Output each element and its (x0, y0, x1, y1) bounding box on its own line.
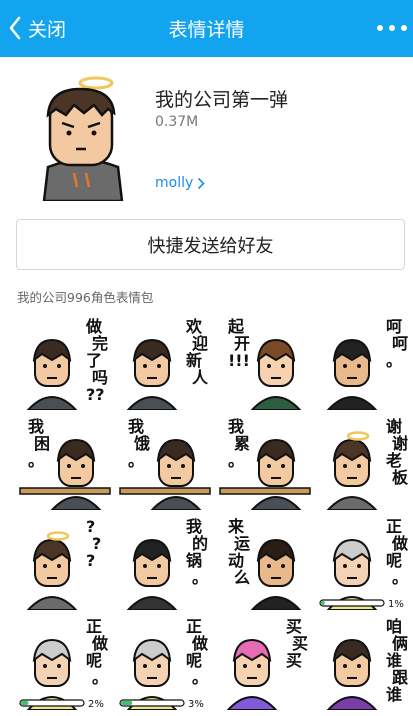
sticker-caption: 买买买 (286, 617, 308, 670)
sticker-image: 我困。 (19, 417, 111, 510)
sticker-item[interactable]: ??? (14, 510, 114, 610)
sticker-caption-char: 。 (192, 668, 208, 687)
sticker-caption-char: 。 (386, 351, 402, 370)
sticker-caption: ??? (86, 517, 101, 570)
sticker-caption: 来运动么 (227, 517, 250, 587)
pack-cover-image (42, 76, 124, 201)
sticker-caption-char: ?? (86, 385, 105, 404)
sticker-item[interactable]: 正做呢。 1% (314, 510, 413, 610)
sticker-image: 谢谢老板 (326, 417, 409, 510)
sticker-caption: 我饿。 (128, 417, 150, 470)
sticker-caption: 我困。 (28, 417, 50, 470)
sticker-caption-char: 么 (234, 568, 250, 587)
sticker-image: 我累。 (219, 417, 311, 510)
dot-icon (389, 25, 395, 31)
progress-label: 2% (88, 699, 104, 710)
dot-icon (401, 25, 407, 31)
sticker-image: 呵呵。 (326, 317, 408, 410)
progress-label: 1% (388, 599, 404, 610)
sticker-caption: 正做呢。 (386, 517, 409, 587)
sticker-image: 买买买 (226, 617, 308, 710)
author-link[interactable]: molly (155, 175, 205, 191)
sticker-caption-char: 。 (392, 568, 408, 587)
sticker-caption: 正做呢。 (86, 617, 109, 687)
sticker-image: 来运动么 (227, 517, 302, 610)
sticker-item[interactable]: 起开!!! (214, 310, 314, 410)
top-bar: 关闭 表情详情 (0, 0, 413, 57)
quick-send-button[interactable]: 快捷发送给好友 (16, 219, 405, 270)
author-name: molly (155, 175, 194, 191)
page-title: 表情详情 (168, 19, 245, 41)
sticker-caption: 谢谢老板 (385, 417, 409, 487)
sticker-image: 正做呢。 2% (19, 617, 109, 710)
sticker-item[interactable]: 呵呵。 (314, 310, 413, 410)
sticker-caption-char: !!! (228, 351, 250, 370)
sticker-item[interactable]: 谢谢老板 (314, 410, 413, 510)
sticker-caption-char: 买 (286, 651, 302, 670)
sticker-item[interactable]: 欢迎新人 (114, 310, 214, 410)
sticker-caption-char: ? (86, 551, 95, 570)
sticker-image: 正做呢。 3% (119, 617, 209, 710)
sticker-item[interactable]: 我饿。 (114, 410, 214, 510)
pack-name: 我的公司第一弹 (155, 89, 289, 111)
chevron-right-icon (198, 177, 205, 189)
sticker-caption-char: 人 (192, 368, 209, 387)
sticker-item[interactable]: 正做呢。 3% (114, 610, 214, 710)
sticker-image: 咱俩谁跟谁 (326, 617, 409, 710)
sticker-caption: 起开!!! (227, 317, 250, 370)
sticker-caption-char: 。 (228, 451, 244, 470)
sticker-image: ??? (26, 517, 101, 610)
sticker-image: 欢迎新人 (126, 317, 209, 410)
sticker-item[interactable]: 买买买 (214, 610, 314, 710)
sticker-image: 我饿。 (119, 417, 211, 510)
sticker-caption-char: 板 (392, 468, 409, 487)
sticker-item[interactable]: 来运动么 (214, 510, 314, 610)
sticker-image: 正做呢。 1% (319, 517, 409, 610)
sticker-caption: 咱俩谁跟谁 (386, 617, 409, 704)
sticker-caption-char: 。 (28, 451, 44, 470)
pack-description: 我的公司996角色表情包 (17, 290, 154, 305)
sticker-item[interactable]: 我的锅。 (114, 510, 214, 610)
sticker-caption: 我的锅。 (186, 517, 208, 587)
more-options-button[interactable] (377, 16, 407, 40)
sticker-caption: 做完了吗?? (85, 317, 108, 404)
dot-icon (377, 25, 383, 31)
sticker-item[interactable]: 我困。 (14, 410, 114, 510)
sticker-caption-char: 。 (192, 568, 208, 587)
sticker-item[interactable]: 做完了吗?? (14, 310, 114, 410)
sticker-caption-char: 谁 (386, 685, 402, 704)
pack-size: 0.37M (155, 114, 199, 130)
progress-label: 3% (188, 699, 204, 710)
sticker-caption-char: 。 (92, 668, 108, 687)
sticker-item[interactable]: 正做呢。 2% (14, 610, 114, 710)
sticker-image: 做完了吗?? (26, 317, 108, 410)
sticker-item[interactable]: 我累。 (214, 410, 314, 510)
sticker-caption: 呵呵。 (386, 317, 408, 370)
sticker-image: 起开!!! (227, 317, 302, 410)
sticker-caption: 欢迎新人 (185, 317, 209, 387)
sticker-item[interactable]: 咱俩谁跟谁 (314, 610, 413, 710)
sticker-caption-char: 。 (128, 451, 144, 470)
sticker-caption: 我累。 (228, 417, 250, 470)
sticker-caption: 正做呢。 (186, 617, 209, 687)
sticker-image: 我的锅。 (126, 517, 208, 610)
pack-header: 我的公司第一弹 0.37M molly (0, 57, 413, 217)
